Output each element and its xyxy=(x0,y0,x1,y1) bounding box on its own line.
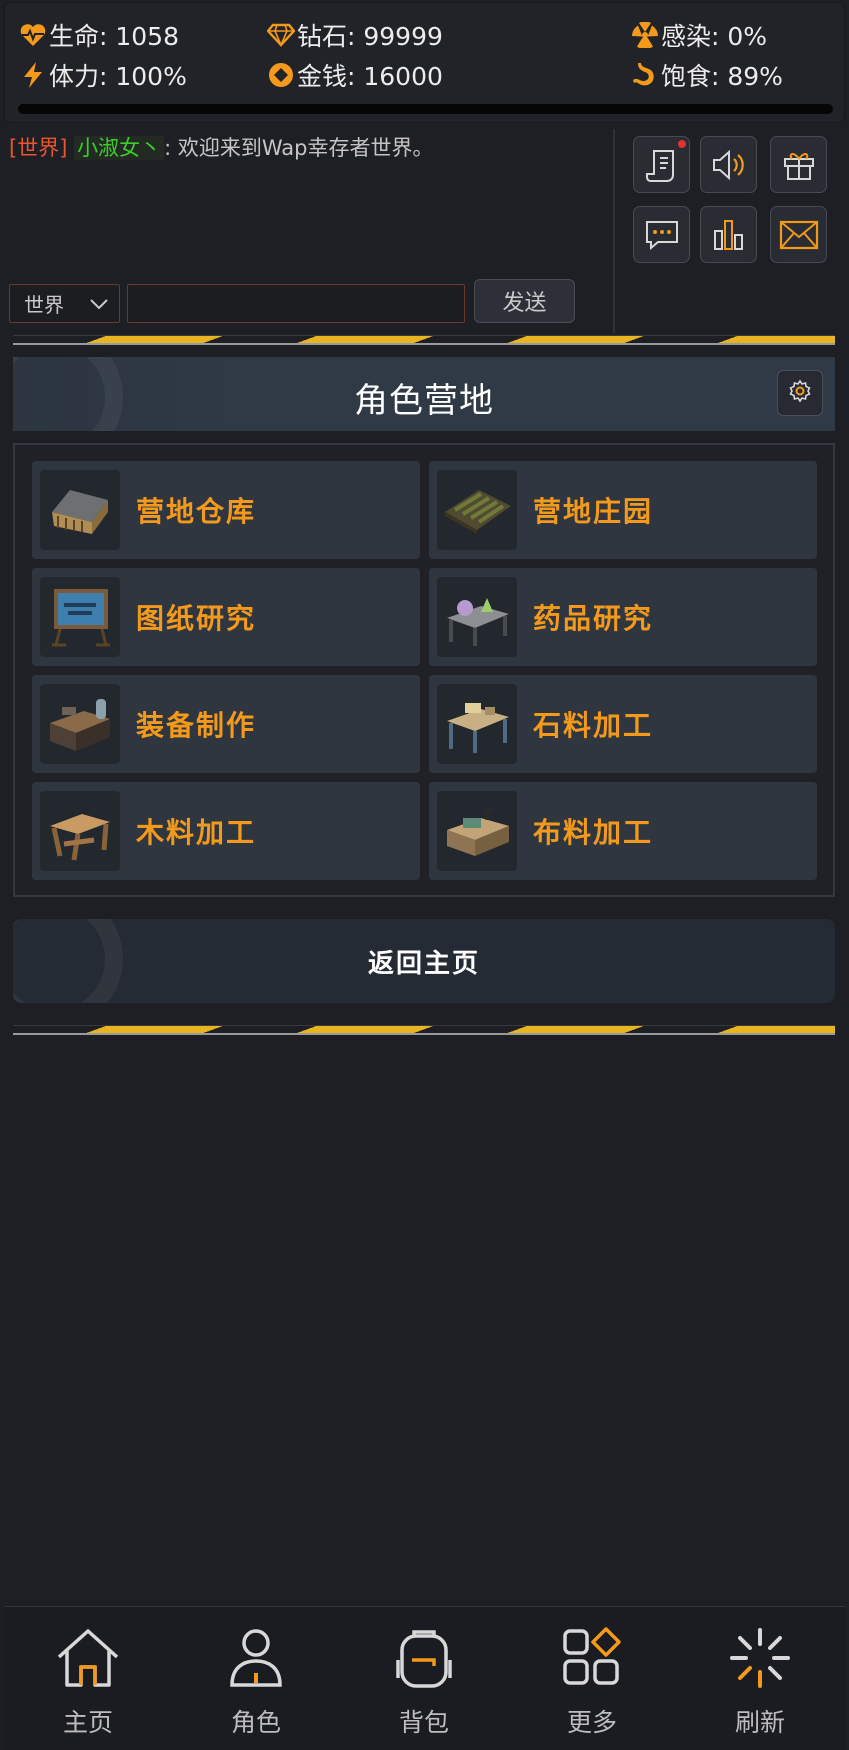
card-label: 布料加工 xyxy=(533,816,654,849)
chat-icon[interactable] xyxy=(633,206,690,263)
life-stat: 生命: 1058 xyxy=(19,17,179,53)
stamina-value: 体力: 100% xyxy=(49,62,187,91)
life-value: 生命: 1058 xyxy=(49,22,179,51)
nav-more[interactable]: 更多 xyxy=(508,1607,676,1750)
gift-icon[interactable] xyxy=(770,136,827,193)
card-label: 药品研究 xyxy=(533,602,654,635)
status-progress-bar xyxy=(18,104,833,114)
nav-label: 角色 xyxy=(230,1708,281,1737)
character-icon xyxy=(223,1625,289,1691)
card-equipment[interactable]: 装备制作 xyxy=(32,675,420,773)
stamina-stat: 体力: 100% xyxy=(19,57,187,93)
card-blueprint[interactable]: 图纸研究 xyxy=(32,568,420,666)
chat-username[interactable]: 小淑女丶 xyxy=(74,136,165,160)
card-medicine[interactable]: 药品研究 xyxy=(429,568,817,666)
nav-label: 主页 xyxy=(62,1708,113,1737)
heart-icon xyxy=(19,21,47,49)
speaker-icon[interactable] xyxy=(700,136,757,193)
infection-stat: 感染: 0% xyxy=(631,17,767,53)
card-cloth[interactable]: 布料加工 xyxy=(429,782,817,880)
chat-channel-tag[interactable]: [世界] xyxy=(9,136,67,160)
settings-button[interactable] xyxy=(777,370,823,416)
nav-backpack[interactable]: 背包 xyxy=(340,1607,508,1750)
satiety-stat: 饱食: 89% xyxy=(631,57,783,93)
mail-icon[interactable] xyxy=(770,206,827,263)
title-bar: 角色营地 xyxy=(13,357,835,431)
nav-home[interactable]: 主页 xyxy=(4,1607,172,1750)
backpack-icon xyxy=(391,1625,457,1691)
radiation-icon xyxy=(631,21,659,49)
nav-character[interactable]: 角色 xyxy=(172,1607,340,1750)
nav-label: 背包 xyxy=(398,1708,449,1737)
blueprint-icon xyxy=(40,577,120,657)
stone-bench-icon xyxy=(437,684,517,764)
notification-dot xyxy=(678,140,686,148)
back-home-label: 返回主页 xyxy=(367,948,480,979)
scroll-icon[interactable] xyxy=(633,136,690,193)
hazard-divider xyxy=(13,335,835,345)
card-label: 图纸研究 xyxy=(136,602,257,635)
chat-divider xyxy=(613,129,615,333)
hazard-divider xyxy=(13,1025,835,1035)
chevron-down-icon xyxy=(89,294,109,319)
money-stat: 金钱: 16000 xyxy=(267,57,443,93)
coin-icon xyxy=(267,61,295,89)
card-stone[interactable]: 石料加工 xyxy=(429,675,817,773)
medicine-lab-icon xyxy=(437,577,517,657)
chat-send-button[interactable]: 发送 xyxy=(474,279,575,323)
card-label: 石料加工 xyxy=(533,709,654,742)
card-warehouse[interactable]: 营地仓库 xyxy=(32,461,420,559)
diamond-stat: 钻石: 99999 xyxy=(267,17,443,53)
stomach-icon xyxy=(631,61,659,89)
money-value: 金钱: 16000 xyxy=(297,62,443,91)
bottom-nav: 主页 角色 背包 更多 刷新 xyxy=(4,1606,845,1750)
diamond-icon xyxy=(267,21,295,49)
card-farm[interactable]: 营地庄园 xyxy=(429,461,817,559)
nav-label: 刷新 xyxy=(734,1708,785,1737)
home-icon xyxy=(55,1625,121,1691)
farm-icon xyxy=(437,470,517,550)
status-panel: 生命: 1058 钻石: 99999 感染: 0% 体力: 100% 金钱: 1… xyxy=(4,2,845,123)
infection-value: 感染: 0% xyxy=(661,22,768,51)
lightning-icon xyxy=(19,61,47,89)
card-label: 装备制作 xyxy=(136,709,257,742)
camp-menu-panel: 营地仓库 营地庄园 图纸研究 药品研究 装备制作 石料加工 木料加工 布料加工 xyxy=(13,443,835,897)
button-decoration xyxy=(13,919,123,1003)
card-label: 营地庄园 xyxy=(533,495,654,528)
card-label: 木料加工 xyxy=(136,816,257,849)
chat-message: [世界] 小淑女丶: 欢迎来到Wap幸存者世界。 xyxy=(9,132,433,162)
warehouse-icon xyxy=(40,470,120,550)
back-home-button[interactable]: 返回主页 xyxy=(13,919,835,1003)
cloth-bench-icon xyxy=(437,791,517,871)
chat-message-text: : 欢迎来到Wap幸存者世界。 xyxy=(164,136,434,160)
equipment-bench-icon xyxy=(40,684,120,764)
refresh-icon xyxy=(727,1625,793,1691)
nav-label: 更多 xyxy=(566,1708,617,1737)
chat-area: [世界] 小淑女丶: 欢迎来到Wap幸存者世界。 世界 发送 xyxy=(0,126,614,332)
page-title: 角色营地 xyxy=(354,381,494,421)
diamond-value: 钻石: 99999 xyxy=(297,22,443,51)
more-icon xyxy=(559,1625,625,1691)
card-label: 营地仓库 xyxy=(136,495,257,528)
wood-bench-icon xyxy=(40,791,120,871)
nav-refresh[interactable]: 刷新 xyxy=(676,1607,844,1750)
card-wood[interactable]: 木料加工 xyxy=(32,782,420,880)
ranking-icon[interactable] xyxy=(700,206,757,263)
chat-channel-select-value: 世界 xyxy=(24,293,64,317)
chat-input[interactable] xyxy=(127,284,465,323)
satiety-value: 饱食: 89% xyxy=(661,62,783,91)
gear-icon xyxy=(788,379,812,407)
chat-channel-select[interactable]: 世界 xyxy=(9,284,120,323)
